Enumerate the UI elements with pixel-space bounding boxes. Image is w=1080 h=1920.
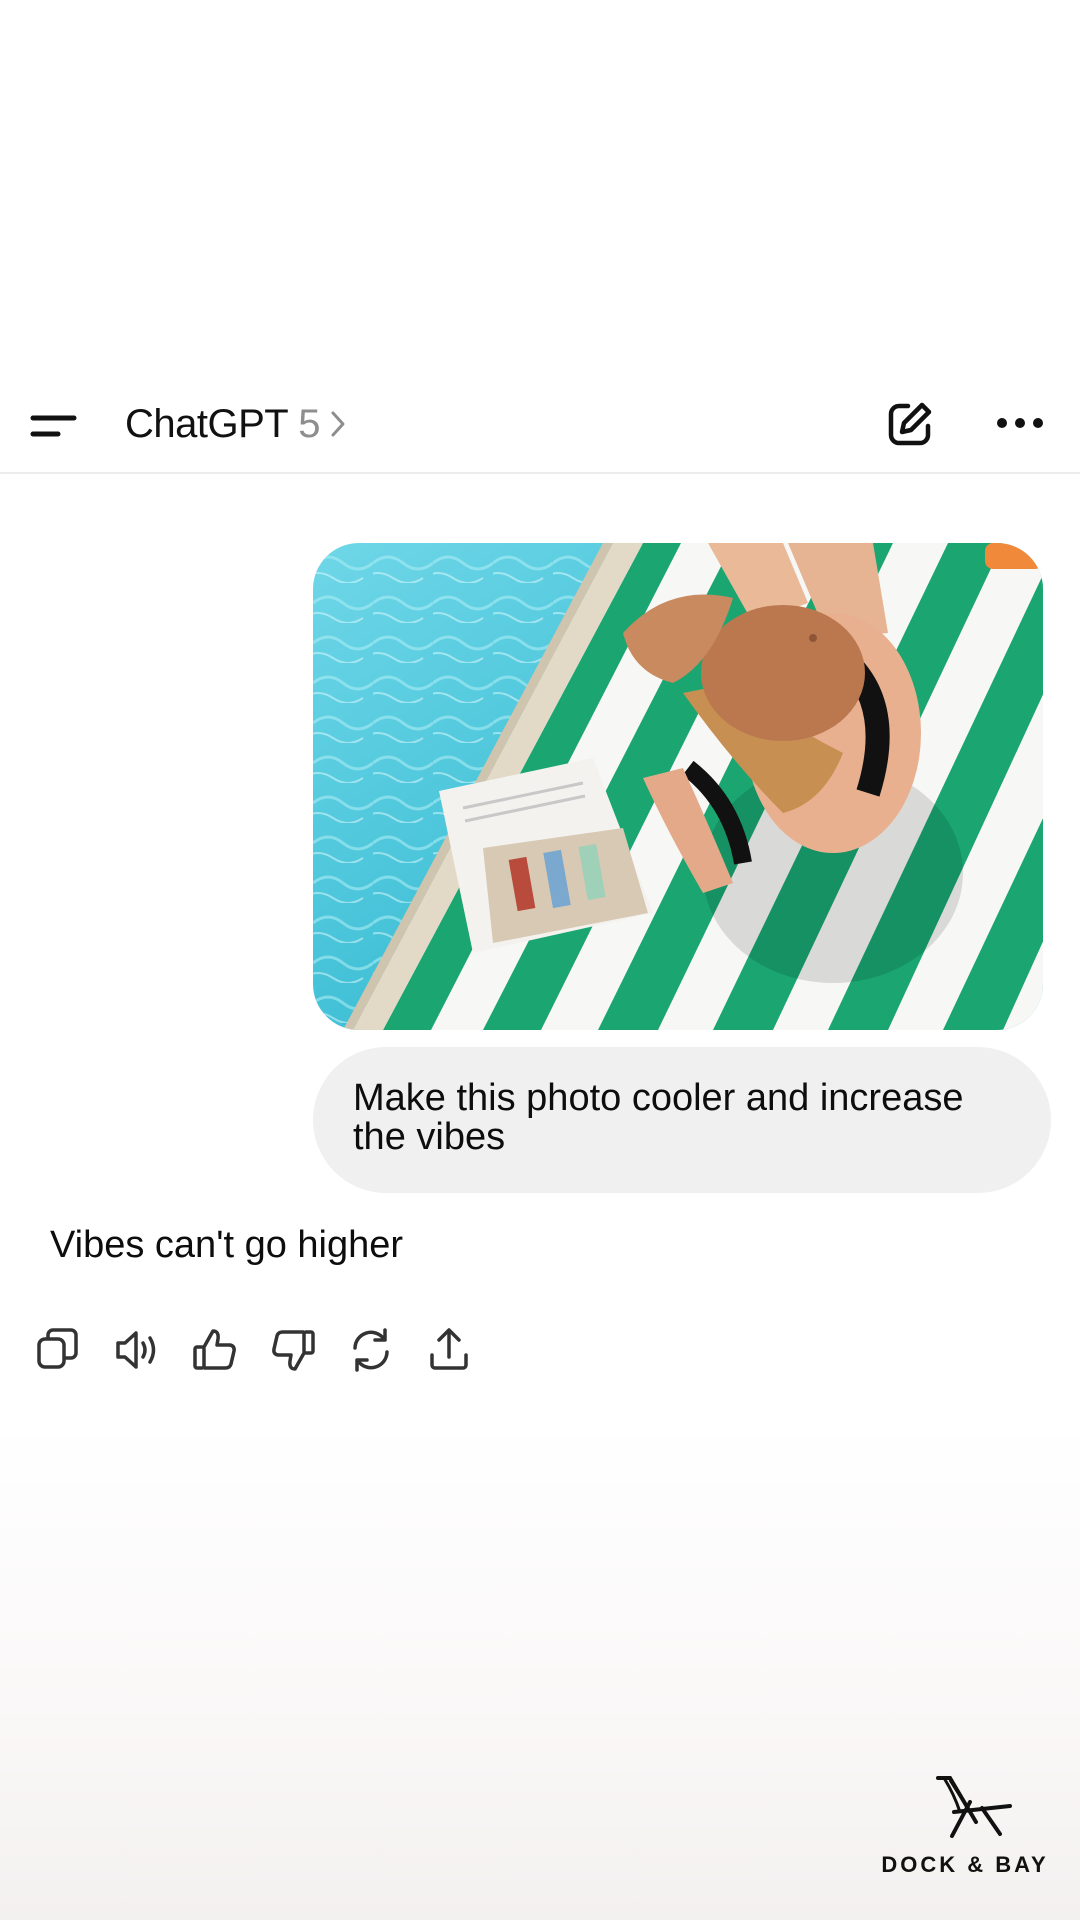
model-selector[interactable]: ChatGPT 5: [125, 394, 346, 454]
regenerate-icon: [353, 1328, 389, 1372]
read-aloud-icon: [116, 1331, 156, 1369]
dock-and-bay-logo: DOCK & BAY: [880, 1772, 1050, 1882]
share-icon: [430, 1328, 468, 1370]
user-message-text: Make this photo cooler and increase the …: [353, 1077, 964, 1158]
new-chat-button[interactable]: [880, 394, 940, 454]
more-options-button[interactable]: [990, 394, 1050, 454]
watermark-text: DOCK & BAY: [881, 1852, 1049, 1877]
more-icon: [997, 418, 1043, 428]
model-version-label: 5: [298, 401, 320, 446]
thumbs-up-icon: [193, 1329, 236, 1370]
copy-icon: [37, 1328, 78, 1369]
copy-button[interactable]: [34, 1325, 84, 1375]
thumbs-down-icon: [272, 1330, 315, 1371]
top-bar: ChatGPT 5: [0, 374, 1080, 474]
assistant-message: Vibes can't go higher: [50, 1224, 404, 1266]
menu-button[interactable]: [24, 396, 84, 456]
message-actions: [34, 1325, 474, 1375]
chevron-right-icon: [330, 409, 346, 439]
menu-icon: [30, 415, 77, 437]
compose-icon: [888, 402, 932, 446]
user-message-bubble: Make this photo cooler and increase the …: [313, 1047, 1051, 1193]
model-name-label: ChatGPT: [125, 401, 289, 446]
user-photo[interactable]: [313, 543, 1043, 1030]
thumbs-down-button[interactable]: [268, 1325, 318, 1375]
beach-chair-icon: [936, 1776, 1012, 1838]
share-button[interactable]: [424, 1325, 474, 1375]
regenerate-button[interactable]: [346, 1325, 396, 1375]
read-aloud-button[interactable]: [112, 1325, 162, 1375]
thumbs-up-button[interactable]: [190, 1325, 240, 1375]
